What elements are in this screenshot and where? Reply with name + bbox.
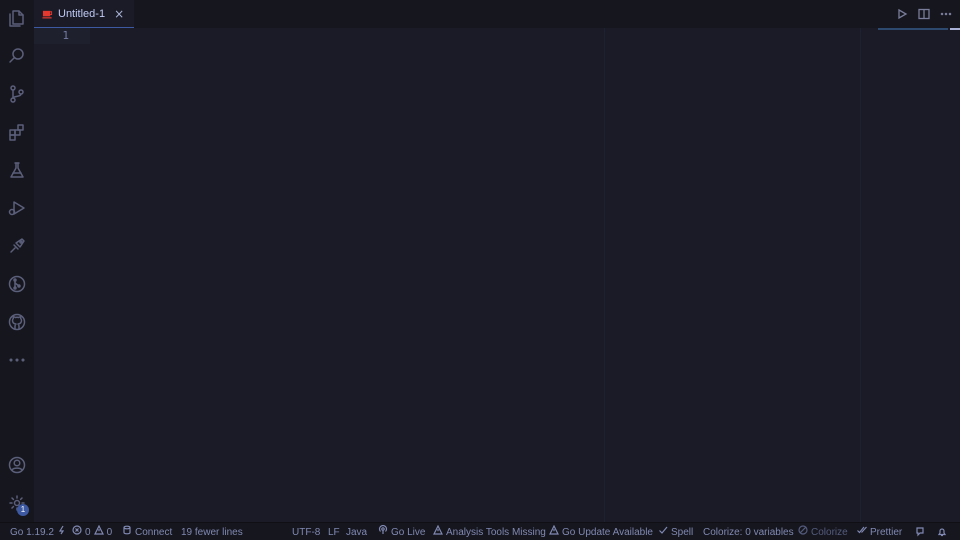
disabled-icon (798, 524, 808, 540)
spell-status[interactable]: Spell (658, 523, 693, 540)
manage-gear-icon[interactable]: 1 (0, 486, 34, 520)
remote-explorer-icon[interactable] (0, 229, 34, 263)
language-status[interactable]: Java (346, 523, 367, 540)
go-update-label: Go Update Available (562, 526, 653, 538)
error-icon (72, 524, 82, 540)
close-icon[interactable]: × (114, 7, 124, 21)
colorize-status[interactable]: Colorize (798, 523, 848, 540)
go-live-status[interactable]: Go Live (378, 523, 425, 540)
gitlens-icon[interactable] (0, 267, 34, 301)
problems-status[interactable]: 0 0 (72, 523, 112, 540)
warning-count: 0 (106, 526, 113, 538)
spell-label: Spell (671, 526, 694, 538)
line-diff-label: 19 fewer lines (181, 526, 243, 538)
line-diff-status[interactable]: 19 fewer lines (181, 523, 243, 540)
minimap[interactable] (878, 28, 948, 30)
notifications-bell-icon[interactable] (937, 523, 947, 540)
feedback-icon[interactable] (915, 523, 925, 540)
broadcast-icon (378, 524, 388, 540)
status-bar: Go 1.19.2 0 0 Connect 19 fewer lines UTF… (0, 522, 960, 540)
eol-label: LF (328, 526, 340, 538)
java-coffee-icon (42, 5, 53, 24)
more-icon[interactable] (0, 343, 34, 377)
warning-icon (433, 524, 443, 540)
tab-untitled-1[interactable]: Untitled-1 × (34, 0, 135, 28)
colorize-variables-label: Colorize: 0 variables (703, 526, 794, 538)
tab-bar: Untitled-1 × (34, 0, 960, 28)
encoding-label: UTF-8 (292, 526, 321, 538)
warning-icon (549, 524, 559, 540)
settings-badge: 1 (17, 504, 29, 516)
lightning-icon (57, 524, 67, 540)
account-icon[interactable] (0, 448, 34, 482)
run-icon[interactable] (896, 5, 908, 24)
run-debug-icon[interactable] (0, 191, 34, 225)
line-number: 1 (62, 29, 69, 42)
explorer-icon[interactable] (0, 1, 34, 35)
editor[interactable]: 1 (34, 28, 960, 522)
go-update-status[interactable]: Go Update Available (549, 523, 653, 540)
error-count: 0 (85, 526, 91, 538)
search-icon[interactable] (0, 39, 34, 73)
ruler (860, 28, 861, 522)
activity-bar: 1 (0, 0, 34, 522)
go-version-status[interactable]: Go 1.19.2 (10, 523, 67, 540)
editor-actions (896, 0, 952, 28)
warning-icon (93, 524, 104, 540)
analysis-tools-status[interactable]: Analysis Tools Missing (433, 523, 546, 540)
colorize-variables-status[interactable]: Colorize: 0 variables (703, 523, 794, 540)
connect-status[interactable]: Connect (122, 523, 172, 540)
language-label: Java (346, 526, 368, 538)
prettier-status[interactable]: Prettier (857, 523, 902, 540)
connect-label: Connect (135, 526, 173, 538)
more-actions-icon[interactable] (940, 5, 952, 24)
ruler (604, 28, 605, 522)
go-live-label: Go Live (391, 526, 426, 538)
go-version-label: Go 1.19.2 (10, 526, 54, 538)
prettier-label: Prettier (870, 526, 903, 538)
github-icon[interactable] (0, 305, 34, 339)
testing-icon[interactable] (0, 153, 34, 187)
tab-title: Untitled-1 (58, 8, 106, 20)
colorize-label: Colorize (811, 526, 848, 538)
encoding-status[interactable]: UTF-8 (292, 523, 320, 540)
eol-status[interactable]: LF (328, 523, 340, 540)
source-control-icon[interactable] (0, 77, 34, 111)
check-icon (658, 524, 668, 540)
database-icon (122, 524, 132, 540)
scrollbar[interactable] (950, 28, 960, 30)
analysis-tools-label: Analysis Tools Missing (446, 526, 546, 538)
double-check-icon (857, 524, 867, 540)
split-editor-icon[interactable] (918, 5, 930, 24)
extensions-icon[interactable] (0, 115, 34, 149)
